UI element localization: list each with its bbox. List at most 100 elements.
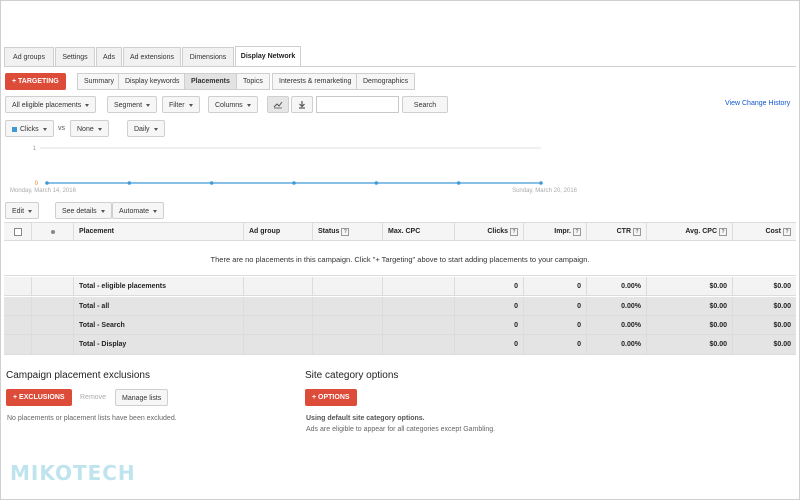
help-icon[interactable]: ? <box>341 227 350 236</box>
options-button[interactable]: + OPTIONS <box>305 389 357 406</box>
subtab-placements[interactable]: Placements <box>184 73 237 90</box>
total-ctr: 0.00% <box>587 297 647 315</box>
metric1-label: Clicks <box>20 126 39 133</box>
header-avg-cpc[interactable]: Avg. CPC? <box>647 223 733 240</box>
manage-lists-button[interactable]: Manage lists <box>115 389 169 406</box>
targeting-button-label: TARGETING <box>18 78 59 85</box>
chevron-down-icon <box>85 103 90 107</box>
chart-start-date: Monday, March 14, 2016 <box>10 188 77 194</box>
header-cost[interactable]: Cost? <box>733 223 796 240</box>
clicks-color-swatch <box>12 126 17 132</box>
filter-dropdown[interactable]: Filter <box>162 96 200 113</box>
tab-ad-groups[interactable]: Ad groups <box>4 47 54 66</box>
help-icon[interactable]: ? <box>783 227 791 236</box>
total-clicks: 0 <box>455 316 524 334</box>
tab-ads[interactable]: Ads <box>96 47 122 66</box>
chart-toggle-button[interactable] <box>267 96 289 113</box>
plus-icon: + <box>13 394 18 401</box>
automate-label: Automate <box>119 208 149 215</box>
filter-label: Filter <box>169 102 185 109</box>
site-category-line1: Using default site category options. <box>306 415 425 422</box>
total-impr: 0 <box>524 277 587 295</box>
period-label: Daily <box>134 126 150 133</box>
help-icon[interactable]: ? <box>510 227 518 236</box>
data-point[interactable] <box>127 181 132 185</box>
total-avg-cpc: $0.00 <box>647 335 733 354</box>
select-all-checkbox[interactable] <box>13 227 22 236</box>
header-status[interactable]: Status? <box>313 223 383 240</box>
help-icon[interactable]: ? <box>573 227 581 236</box>
total-cost: $0.00 <box>773 302 791 310</box>
site-category-line2: Ads are eligible to appear for all categ… <box>306 426 496 433</box>
site-category-title: Site category options <box>305 370 399 381</box>
total-ctr: 0.00% <box>587 335 647 354</box>
help-icon[interactable]: ? <box>719 227 727 236</box>
data-point[interactable] <box>374 181 379 185</box>
header-cost-label: Cost <box>765 228 781 235</box>
chevron-down-icon <box>152 209 157 213</box>
empty-cell <box>383 277 455 295</box>
view-change-history-link[interactable]: View Change History <box>725 100 790 107</box>
period-dropdown[interactable]: Daily <box>127 120 165 137</box>
help-icon[interactable]: ? <box>633 227 641 236</box>
exclusions-button[interactable]: + EXCLUSIONS <box>6 389 72 406</box>
empty-cell <box>244 277 313 295</box>
data-point[interactable] <box>539 181 543 185</box>
total-clicks: 0 <box>455 335 524 354</box>
metric1-dropdown[interactable]: Clicks <box>5 120 54 137</box>
status-dot-icon <box>50 229 55 234</box>
columns-dropdown[interactable]: Columns <box>208 96 258 113</box>
line-chart-icon <box>273 101 283 109</box>
tab-ad-extensions[interactable]: Ad extensions <box>123 47 181 66</box>
download-button[interactable] <box>291 96 313 113</box>
total-impr: 0 <box>524 316 587 334</box>
empty-cell <box>32 277 74 295</box>
see-details-label: See details <box>62 208 97 215</box>
subtab-topics[interactable]: Topics <box>236 73 270 90</box>
metric2-dropdown[interactable]: None <box>70 120 109 137</box>
tab-divider <box>4 66 796 67</box>
chevron-down-icon <box>100 209 105 213</box>
total-label: Total - eligible placements <box>74 277 244 295</box>
header-impr[interactable]: Impr.? <box>524 223 587 240</box>
header-avg-cpc-label: Avg. CPC <box>685 228 717 235</box>
total-avg-cpc: $0.00 <box>647 277 733 295</box>
tab-dimensions[interactable]: Dimensions <box>182 47 234 66</box>
empty-cell <box>244 297 313 315</box>
empty-cell <box>313 277 383 295</box>
search-button[interactable]: Search <box>402 96 448 113</box>
automate-dropdown[interactable]: Automate <box>112 202 164 219</box>
total-label: Total - all <box>74 297 244 315</box>
subtab-display-keywords[interactable]: Display keywords <box>118 73 187 90</box>
chevron-down-icon <box>28 209 33 213</box>
header-max-cpc[interactable]: Max. CPC <box>383 223 455 240</box>
data-point[interactable] <box>292 181 296 185</box>
remove-button[interactable]: Remove <box>80 394 106 401</box>
empty-message-row: There are no placements in this campaign… <box>4 242 796 276</box>
edit-dropdown[interactable]: Edit <box>5 202 40 219</box>
all-eligible-placements-dropdown[interactable]: All eligible placements <box>5 96 97 113</box>
subtab-summary[interactable]: Summary <box>77 73 121 90</box>
see-details-dropdown[interactable]: See details <box>55 202 112 219</box>
empty-cell <box>383 335 455 354</box>
targeting-button[interactable]: + TARGETING <box>5 73 66 90</box>
tab-settings[interactable]: Settings <box>55 47 95 66</box>
search-input[interactable] <box>316 96 399 113</box>
subtab-interests-remarketing[interactable]: Interests & remarketing <box>272 73 359 90</box>
subtab-demographics[interactable]: Demographics <box>356 73 416 90</box>
data-point[interactable] <box>45 181 49 185</box>
total-label: Total - Search <box>74 316 244 334</box>
empty-cell <box>4 277 32 295</box>
download-icon <box>299 101 305 109</box>
header-clicks[interactable]: Clicks? <box>455 223 524 240</box>
vs-label: vs <box>58 125 65 132</box>
header-placement[interactable]: Placement <box>74 223 244 240</box>
header-ctr[interactable]: CTR? <box>587 223 647 240</box>
chart-end-date: Sunday, March 20, 2016 <box>512 188 578 194</box>
data-point[interactable] <box>209 181 214 185</box>
data-point[interactable] <box>456 181 461 185</box>
status-dot-header <box>32 223 74 240</box>
segment-dropdown[interactable]: Segment <box>107 96 158 113</box>
tab-display-network[interactable]: Display Network <box>235 46 301 67</box>
header-ad-group[interactable]: Ad group <box>244 223 313 240</box>
